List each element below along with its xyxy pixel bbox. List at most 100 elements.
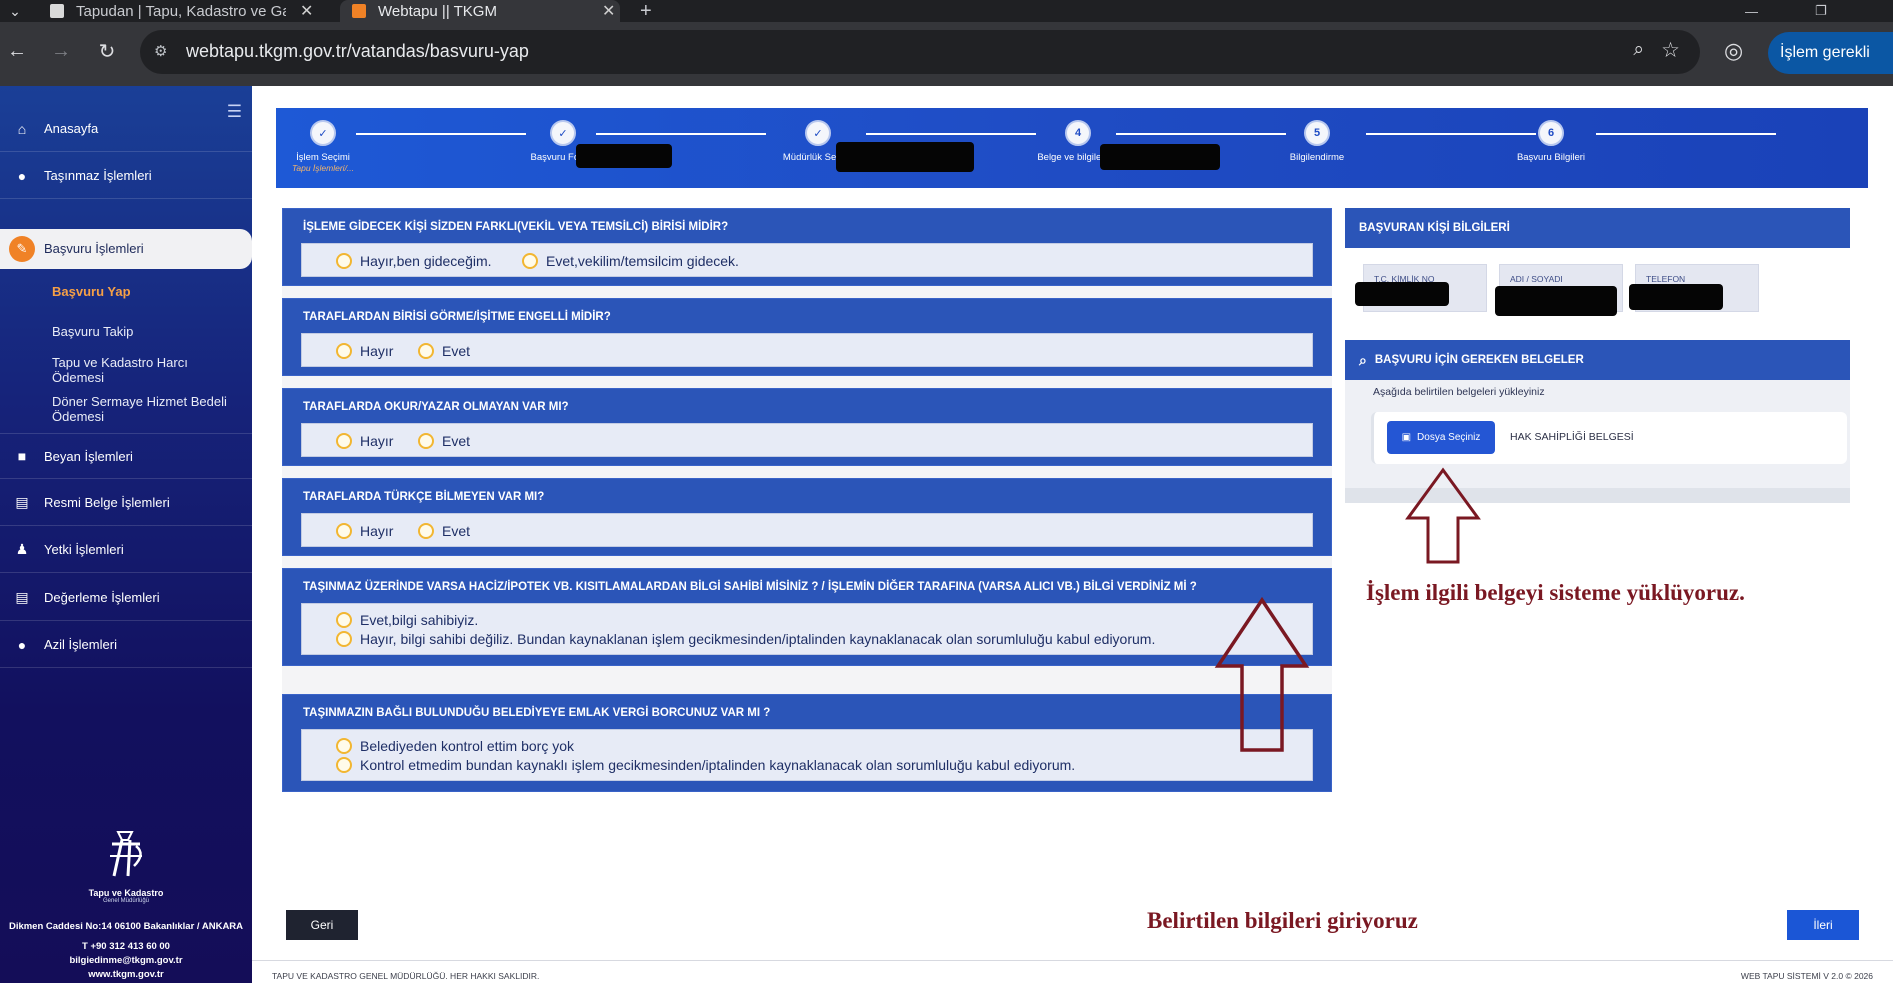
radio-button-icon[interactable] (336, 433, 352, 449)
radio-option[interactable]: Evet (418, 343, 470, 359)
radio-option[interactable]: Evet,bilgi sahibiyiz. (336, 612, 478, 628)
sidebar-item-basvuru[interactable]: ✎ Başvuru İşlemleri (0, 229, 252, 269)
footer-website[interactable]: www.tkgm.gov.tr (0, 968, 252, 982)
step-connector (596, 133, 766, 135)
radio-button-icon[interactable] (418, 343, 434, 359)
question-title: TAŞINMAZIN BAĞLI BULUNDUĞU BELEDİYEYE EM… (303, 707, 771, 719)
maximize-icon[interactable]: ❐ (1815, 0, 1827, 22)
section-gap (282, 376, 1332, 388)
back-arrow-icon[interactable]: ← (2, 36, 32, 66)
sidebar-subitem-basvuru-takip[interactable]: Başvuru Takip (52, 324, 242, 339)
close-icon[interactable]: ✕ (300, 1, 313, 21)
option-label: Hayır, bilgi sahibi değiliz. Bundan kayn… (360, 631, 1156, 647)
radio-button-icon[interactable] (336, 631, 352, 647)
field-label: TELEFON (1646, 274, 1686, 284)
sidebar-item-label: Yetki İşlemleri (44, 542, 124, 557)
step-5[interactable]: 5 Bilgilendirme (1262, 120, 1372, 163)
browser-tab-active[interactable]: Webtapu || TKGM ✕ (340, 0, 620, 22)
url-text[interactable]: webtapu.tkgm.gov.tr/vatandas/basvuru-yap (186, 41, 529, 62)
section-gap (282, 466, 1332, 478)
page-footer: TAPU VE KADASTRO GENEL MÜDÜRLÜĞÜ. HER HA… (252, 960, 1893, 983)
form-annotation-text: Belirtilen bilgileri giriyoruz (1147, 908, 1418, 933)
main-content: ✓ İşlem Seçimi Tapu İşlemleri/... ✓ Başv… (252, 86, 1893, 983)
question-title: TARAFLARDA TÜRKÇE BİLMEYEN VAR MI? (303, 491, 545, 503)
question-card: TARAFLARDAN BİRİSİ GÖRME/İŞİTME ENGELLİ … (282, 298, 1332, 376)
sidebar-subitem-harc-odemesi[interactable]: Tapu ve Kadastro Harcı Ödemesi (52, 355, 192, 385)
profile-icon[interactable]: ◎ (1724, 38, 1752, 66)
radio-button-icon[interactable] (336, 612, 352, 628)
radio-option[interactable]: Evet (418, 433, 470, 449)
radio-button-icon[interactable] (336, 738, 352, 754)
radio-button-icon[interactable] (522, 253, 538, 269)
forward-arrow-icon[interactable]: → (46, 36, 76, 66)
radio-button-icon[interactable] (418, 433, 434, 449)
radio-option[interactable]: Hayır, bilgi sahibi değiliz. Bundan kayn… (336, 631, 1155, 647)
radio-option[interactable]: Hayır (336, 523, 393, 539)
radio-option[interactable]: Belediyeden kontrol ettim borç yok (336, 738, 574, 754)
file-icon: ▣ (1401, 432, 1412, 443)
step-1[interactable]: ✓ İşlem Seçimi Tapu İşlemleri/... (268, 120, 378, 173)
radio-button-icon[interactable] (336, 253, 352, 269)
sidebar-item-azil[interactable]: ● Azil İşlemleri (0, 622, 252, 668)
step-number: 6 (1538, 120, 1564, 146)
browser-tab[interactable]: Tapudan | Tapu, Kadastro ve Ga ✕ (40, 0, 330, 22)
section-gap (282, 286, 1332, 298)
map-pin-icon: ● (17, 167, 27, 184)
redaction-mark (836, 142, 974, 172)
answer-box: Hayır Evet (301, 423, 1313, 457)
pen-icon: ✎ (0, 235, 44, 262)
action-required-button[interactable]: İşlem gerekli (1768, 32, 1893, 74)
document-name: HAK SAHİPLİĞİ BELGESİ (1510, 431, 1634, 443)
question-title: TAŞINMAZ ÜZERİNDE VARSA HACİZ/İPOTEK VB.… (303, 581, 1197, 593)
sidebar-subitem-basvuru-yap[interactable]: Başvuru Yap (52, 284, 242, 299)
upload-annotation-text: İşlem ilgili belgeyi sisteme yüklüyoruz. (1366, 580, 1745, 605)
sidebar-item-beyan[interactable]: ■ Beyan İşlemleri (0, 433, 252, 479)
reload-icon[interactable]: ↻ (92, 36, 122, 66)
new-tab-button[interactable]: + (640, 0, 652, 22)
radio-option[interactable]: Kontrol etmedim bundan kaynaklı işlem ge… (336, 757, 1075, 773)
question-card: TAŞINMAZ ÜZERİNDE VARSA HACİZ/İPOTEK VB.… (282, 568, 1332, 666)
radio-option[interactable]: Hayır (336, 343, 393, 359)
sidebar-item-resmi-belge[interactable]: ▤ Resmi Belge İşlemleri (0, 480, 252, 526)
sidebar-subitem-doner-sermaye[interactable]: Döner Sermaye Hizmet Bedeli Ödemesi (52, 394, 242, 424)
file-select-button[interactable]: ▣ Dosya Seçiniz (1387, 421, 1495, 454)
bookmark-star-icon[interactable]: ☆ (1661, 38, 1680, 63)
radio-button-icon[interactable] (336, 757, 352, 773)
back-button[interactable]: Geri (286, 910, 358, 940)
tab-favicon-icon (352, 4, 366, 18)
minimize-icon[interactable]: — (1745, 0, 1758, 22)
radio-option[interactable]: Evet (418, 523, 470, 539)
close-icon[interactable]: ✕ (602, 1, 615, 21)
sidebar-item-anasayfa[interactable]: ⌂ Anasayfa (0, 106, 252, 152)
tab-title: Tapudan | Tapu, Kadastro ve Ga (76, 2, 286, 20)
radio-option[interactable]: Evet,vekilim/temsilcim gidecek. (522, 253, 739, 269)
zoom-icon[interactable]: ⌕ (1633, 39, 1644, 61)
radio-option[interactable]: Hayır,ben gideceğim. (336, 253, 492, 269)
address-bar[interactable]: ⚙ webtapu.tkgm.gov.tr/vatandas/basvuru-y… (140, 30, 1700, 74)
section-gap (282, 556, 1332, 568)
answer-box: Hayır Evet (301, 513, 1313, 547)
tkgm-logo (98, 826, 154, 882)
sidebar-item-yetki[interactable]: ♟ Yetki İşlemleri (0, 527, 252, 573)
step-6[interactable]: 6 Başvuru Bilgileri (1496, 120, 1606, 163)
map-pin-icon: ● (17, 636, 27, 653)
step-check-icon: ✓ (805, 120, 831, 146)
radio-button-icon[interactable] (336, 523, 352, 539)
option-label: Hayır (360, 523, 394, 539)
site-info-icon[interactable]: ⚙ (154, 42, 174, 62)
browser-toolbar: ← → ↻ ⚙ webtapu.tkgm.gov.tr/vatandas/bas… (0, 22, 1893, 86)
radio-button-icon[interactable] (418, 523, 434, 539)
sidebar-item-degerleme[interactable]: ▤ Değerleme İşlemleri (0, 575, 252, 621)
option-label: Kontrol etmedim bundan kaynaklı işlem ge… (360, 757, 1076, 773)
next-button[interactable]: İleri (1787, 910, 1859, 940)
radio-button-icon[interactable] (336, 343, 352, 359)
radio-option[interactable]: Hayır (336, 433, 393, 449)
document-row: ▣ Dosya Seçiniz HAK SAHİPLİĞİ BELGESİ (1371, 412, 1847, 464)
redaction-mark (1355, 282, 1449, 306)
step-connector (1596, 133, 1776, 135)
sidebar-item-tasinmaz[interactable]: ● Taşınmaz İşlemleri (0, 153, 252, 199)
answer-box: Evet,bilgi sahibiyiz. Hayır, bilgi sahib… (301, 603, 1313, 655)
step-check-icon: ✓ (550, 120, 576, 146)
footer-email[interactable]: bilgiedinme@tkgm.gov.tr (0, 954, 252, 968)
sidebar: ☰ ⌂ Anasayfa ● Taşınmaz İşlemleri ✎ Başv… (0, 86, 252, 983)
